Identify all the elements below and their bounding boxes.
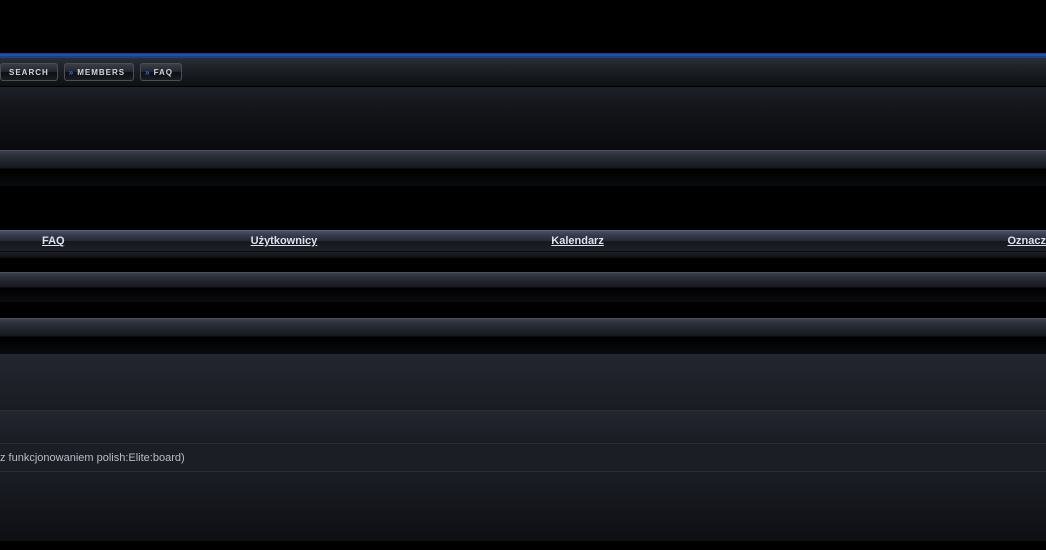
forum-description-text: z funkcjonowaniem polish:Elite:board): [0, 452, 185, 464]
faq-button-label: FAQ: [154, 68, 173, 77]
header-space: [0, 0, 1046, 53]
category-bar-2: [0, 318, 1046, 354]
forum-panel: [0, 354, 1046, 410]
nav-link-calendar[interactable]: Kalendarz: [551, 235, 604, 247]
search-button[interactable]: SEARCH: [0, 63, 58, 81]
chevron-right-icon: »: [145, 68, 150, 77]
gap: [0, 258, 1046, 272]
forum-description-row: z funkcjonowaniem polish:Elite:board): [0, 443, 1046, 471]
faq-button[interactable]: » FAQ: [140, 63, 182, 81]
forum-nav-bar: FAQ Użytkownicy Kalendarz Oznacz: [0, 230, 1046, 252]
category-bar: [0, 150, 1046, 186]
chevron-right-icon: »: [69, 68, 74, 77]
header-panel: [0, 87, 1046, 150]
members-button-label: MEMBERS: [77, 68, 125, 77]
section-header-bar: [0, 272, 1046, 302]
members-button[interactable]: » MEMBERS: [64, 63, 134, 81]
gap: [0, 302, 1046, 318]
nav-link-users[interactable]: Użytkownicy: [251, 235, 318, 247]
nav-link-mark[interactable]: Oznacz: [1007, 235, 1046, 247]
panel-tail: [0, 471, 1046, 541]
search-button-label: SEARCH: [9, 68, 49, 77]
nav-link-faq[interactable]: FAQ: [42, 235, 65, 247]
top-toolbar: SEARCH » MEMBERS » FAQ: [0, 57, 1046, 87]
forum-row: [0, 411, 1046, 443]
gap: [0, 186, 1046, 230]
